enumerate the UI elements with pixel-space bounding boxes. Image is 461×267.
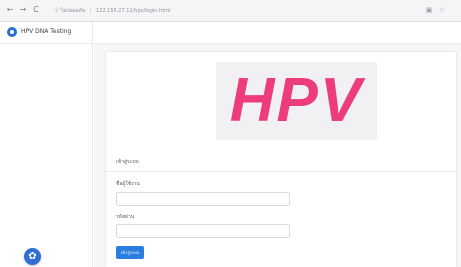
- card-divider: [106, 171, 456, 172]
- top-navbar: [94, 22, 461, 44]
- username-label: ชื่อผู้ใช้งาน: [116, 181, 140, 187]
- address-separator: |: [89, 8, 92, 14]
- brand[interactable]: HPV DNA Testing: [0, 22, 93, 44]
- brand-name: HPV DNA Testing: [21, 28, 72, 35]
- forward-icon[interactable]: →: [17, 4, 29, 16]
- address-text[interactable]: 122.155.27.11/hpv/login.html: [96, 8, 170, 14]
- password-input[interactable]: [116, 224, 290, 238]
- main-content: HPV เข้าสู่ระบบ ชื่อผู้ใช้งาน รหัสผ่าน เ…: [94, 44, 461, 267]
- security-icon[interactable]: ⓘ: [54, 8, 59, 14]
- username-input[interactable]: [116, 192, 290, 206]
- back-icon[interactable]: ←: [4, 4, 16, 16]
- bookmark-star-icon[interactable]: ☆: [437, 5, 447, 16]
- security-label: ไม่ปลอดภัย: [60, 8, 86, 14]
- browser-toolbar: ← → C ⓘ ไม่ปลอดภัย | 122.155.27.11/hpv/l…: [0, 0, 461, 22]
- hpv-logo-text: HPV: [229, 66, 364, 135]
- settings-fab-button[interactable]: ✿: [24, 248, 41, 265]
- login-button[interactable]: เข้าสู่ระบบ: [116, 246, 144, 259]
- password-label: รหัสผ่าน: [116, 214, 135, 220]
- login-heading: เข้าสู่ระบบ: [116, 159, 139, 165]
- gear-icon: ✿: [28, 251, 37, 262]
- hpv-logo: HPV: [216, 62, 377, 140]
- brand-logo-icon: [7, 27, 17, 37]
- translate-icon[interactable]: ▣: [424, 5, 434, 16]
- address-bar[interactable]: ⓘ ไม่ปลอดภัย | 122.155.27.11/hpv/login.h…: [54, 5, 394, 17]
- login-card: HPV เข้าสู่ระบบ ชื่อผู้ใช้งาน รหัสผ่าน เ…: [106, 52, 456, 267]
- reload-icon[interactable]: C: [30, 4, 42, 16]
- sidebar: HPV DNA Testing ✿: [0, 22, 93, 267]
